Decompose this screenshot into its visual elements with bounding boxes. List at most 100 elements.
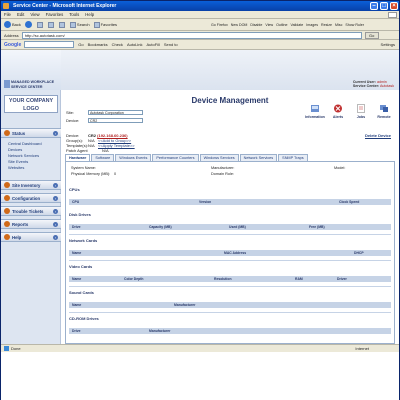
- status-bar: Done Internet: [1, 344, 399, 352]
- refresh-button[interactable]: [47, 21, 55, 28]
- devbar-item[interactable]: Disable: [250, 23, 262, 27]
- forward-button[interactable]: [24, 21, 33, 28]
- information-button[interactable]: Information: [305, 104, 325, 119]
- remote-button[interactable]: Remote: [374, 104, 394, 119]
- title-bar: Service Center - Microsoft Internet Expl…: [1, 1, 399, 11]
- ie-icon: [3, 3, 9, 9]
- stop-button[interactable]: [36, 21, 44, 28]
- nav-item-site-events[interactable]: Site Events: [8, 159, 28, 164]
- nav-item-devices[interactable]: Devices: [8, 147, 22, 152]
- delete-device-link[interactable]: Delete Device: [365, 133, 391, 138]
- refresh-icon: [47, 21, 54, 28]
- tab-windows-services[interactable]: Windows Services: [199, 154, 239, 161]
- devbar-item[interactable]: Show Ruler: [345, 23, 364, 27]
- address-input[interactable]: http://sc.autotask.com/: [21, 31, 362, 39]
- google-settings-button[interactable]: Settings: [381, 42, 395, 47]
- google-toolbar: Google Go Bookmarks Check AutoLink AutoF…: [1, 40, 399, 50]
- nav-section-help[interactable]: Help ›: [1, 232, 61, 242]
- jobs-icon: [357, 104, 365, 113]
- company-logo: YOUR COMPANY LOGO: [4, 95, 58, 113]
- search-icon: [69, 21, 76, 28]
- devbar-item[interactable]: Outline: [276, 23, 287, 27]
- google-logo: Google: [4, 41, 22, 48]
- google-search-input[interactable]: [24, 41, 75, 48]
- device-tabs: Hardware Software Windows Events Perform…: [65, 154, 309, 161]
- search-button[interactable]: Search: [69, 21, 90, 28]
- back-button[interactable]: Back: [4, 21, 21, 28]
- reports-icon: [4, 221, 10, 227]
- home-button[interactable]: [58, 21, 66, 28]
- jobs-button[interactable]: Jobs: [351, 104, 371, 119]
- favorites-button[interactable]: Favorites: [93, 21, 117, 28]
- go-button[interactable]: Go: [364, 31, 379, 39]
- alerts-button[interactable]: Alerts: [328, 104, 348, 119]
- nav-section-reports[interactable]: Reports ›: [1, 219, 61, 229]
- menu-bar: File Edit View Favorites Tools Help: [1, 11, 399, 19]
- home-icon: [58, 21, 65, 28]
- tab-snmp-traps[interactable]: SNMP Traps: [278, 154, 308, 161]
- physical-memory-label: Physical Memory (MB):: [71, 172, 111, 176]
- google-go-button[interactable]: Go: [78, 42, 83, 47]
- devbar-item[interactable]: Validate: [290, 23, 303, 27]
- device-select[interactable]: CR2: [88, 118, 143, 123]
- devbar-item[interactable]: Misc: [335, 23, 342, 27]
- tab-network-services[interactable]: Network Services: [239, 154, 278, 161]
- devbar-item[interactable]: View: [265, 23, 273, 27]
- section-network-cards: Network Cards: [69, 238, 98, 243]
- domain-role-label: Domain Role:: [211, 172, 235, 176]
- tab-software[interactable]: Software: [91, 154, 115, 161]
- windows-logo-icon: [388, 12, 397, 18]
- google-autofill-button[interactable]: AutoFill: [147, 42, 160, 47]
- alerts-icon: [334, 104, 342, 113]
- site-select[interactable]: Autotask Corporation: [88, 110, 143, 115]
- minimize-button[interactable]: –: [370, 2, 378, 10]
- nav-item-network-services[interactable]: Network Services: [8, 153, 39, 158]
- devbar-item[interactable]: New DOM: [231, 23, 248, 27]
- section-disk-drives: Disk Drives: [69, 212, 91, 217]
- nav-item-websites[interactable]: Websites: [8, 165, 24, 170]
- current-user-info: Current User: admin Service Center: Auto…: [353, 80, 394, 88]
- menu-view[interactable]: View: [30, 12, 39, 17]
- devbar-item[interactable]: Resize: [321, 23, 332, 27]
- main-content: Device Management Site: Autotask Corpora…: [61, 90, 399, 344]
- menu-help[interactable]: Help: [85, 12, 94, 17]
- manufacturer-label: Manufacturer:: [211, 166, 235, 170]
- stop-icon: [36, 21, 43, 28]
- google-sendto-button[interactable]: Send to: [164, 42, 178, 47]
- chevron-icon: ›: [53, 195, 58, 201]
- site-row: Site: Autotask Corporation: [66, 110, 216, 115]
- chevron-icon: ›: [53, 234, 58, 240]
- nav-section-trouble-tickets[interactable]: Trouble Tickets ›: [1, 206, 61, 216]
- menu-edit[interactable]: Edit: [17, 12, 24, 17]
- tab-hardware[interactable]: Hardware: [65, 154, 91, 161]
- nav-section-site-inventory[interactable]: Site Inventory ›: [1, 180, 61, 190]
- menu-favorites[interactable]: Favorites: [46, 12, 64, 17]
- brand-line2: SERVICE CENTER: [11, 85, 43, 89]
- disk-table-header: Drive Capacity (MB) Used (MB) Free (MB): [69, 224, 391, 230]
- service-center-name: Autotask: [380, 84, 394, 88]
- google-bookmarks-button[interactable]: Bookmarks: [88, 42, 108, 47]
- devbar-item[interactable]: Go Firefox: [211, 23, 228, 27]
- menu-tools[interactable]: Tools: [69, 12, 79, 17]
- ticket-icon: [4, 208, 10, 214]
- devbar-item[interactable]: Images: [306, 23, 318, 27]
- service-center-label: Service Center:: [352, 84, 380, 88]
- site-label: Site:: [66, 110, 75, 115]
- cpus-table-header: CPU Version Clock Speed: [69, 199, 391, 205]
- close-button[interactable]: ×: [390, 2, 398, 10]
- brand-line1: MANAGED WORKPLACE: [11, 80, 55, 84]
- divider: [69, 234, 391, 235]
- google-autolink-button[interactable]: AutoLink: [127, 42, 143, 47]
- configuration-icon: [4, 195, 10, 201]
- divider: [69, 312, 391, 313]
- nav-section-configuration[interactable]: Configuration ›: [1, 193, 61, 203]
- menu-file[interactable]: File: [4, 12, 11, 17]
- nav-item-central-dashboard[interactable]: Central Dashboard: [8, 141, 42, 146]
- google-check-button[interactable]: Check: [112, 42, 123, 47]
- tab-performance-counters[interactable]: Performance Counters: [152, 154, 199, 161]
- remote-icon: [380, 105, 388, 112]
- nav-section-status[interactable]: Status ›: [1, 128, 61, 138]
- maximize-button[interactable]: □: [380, 2, 388, 10]
- physical-memory-value: 0: [114, 172, 117, 176]
- tab-windows-events[interactable]: Windows Events: [115, 154, 152, 161]
